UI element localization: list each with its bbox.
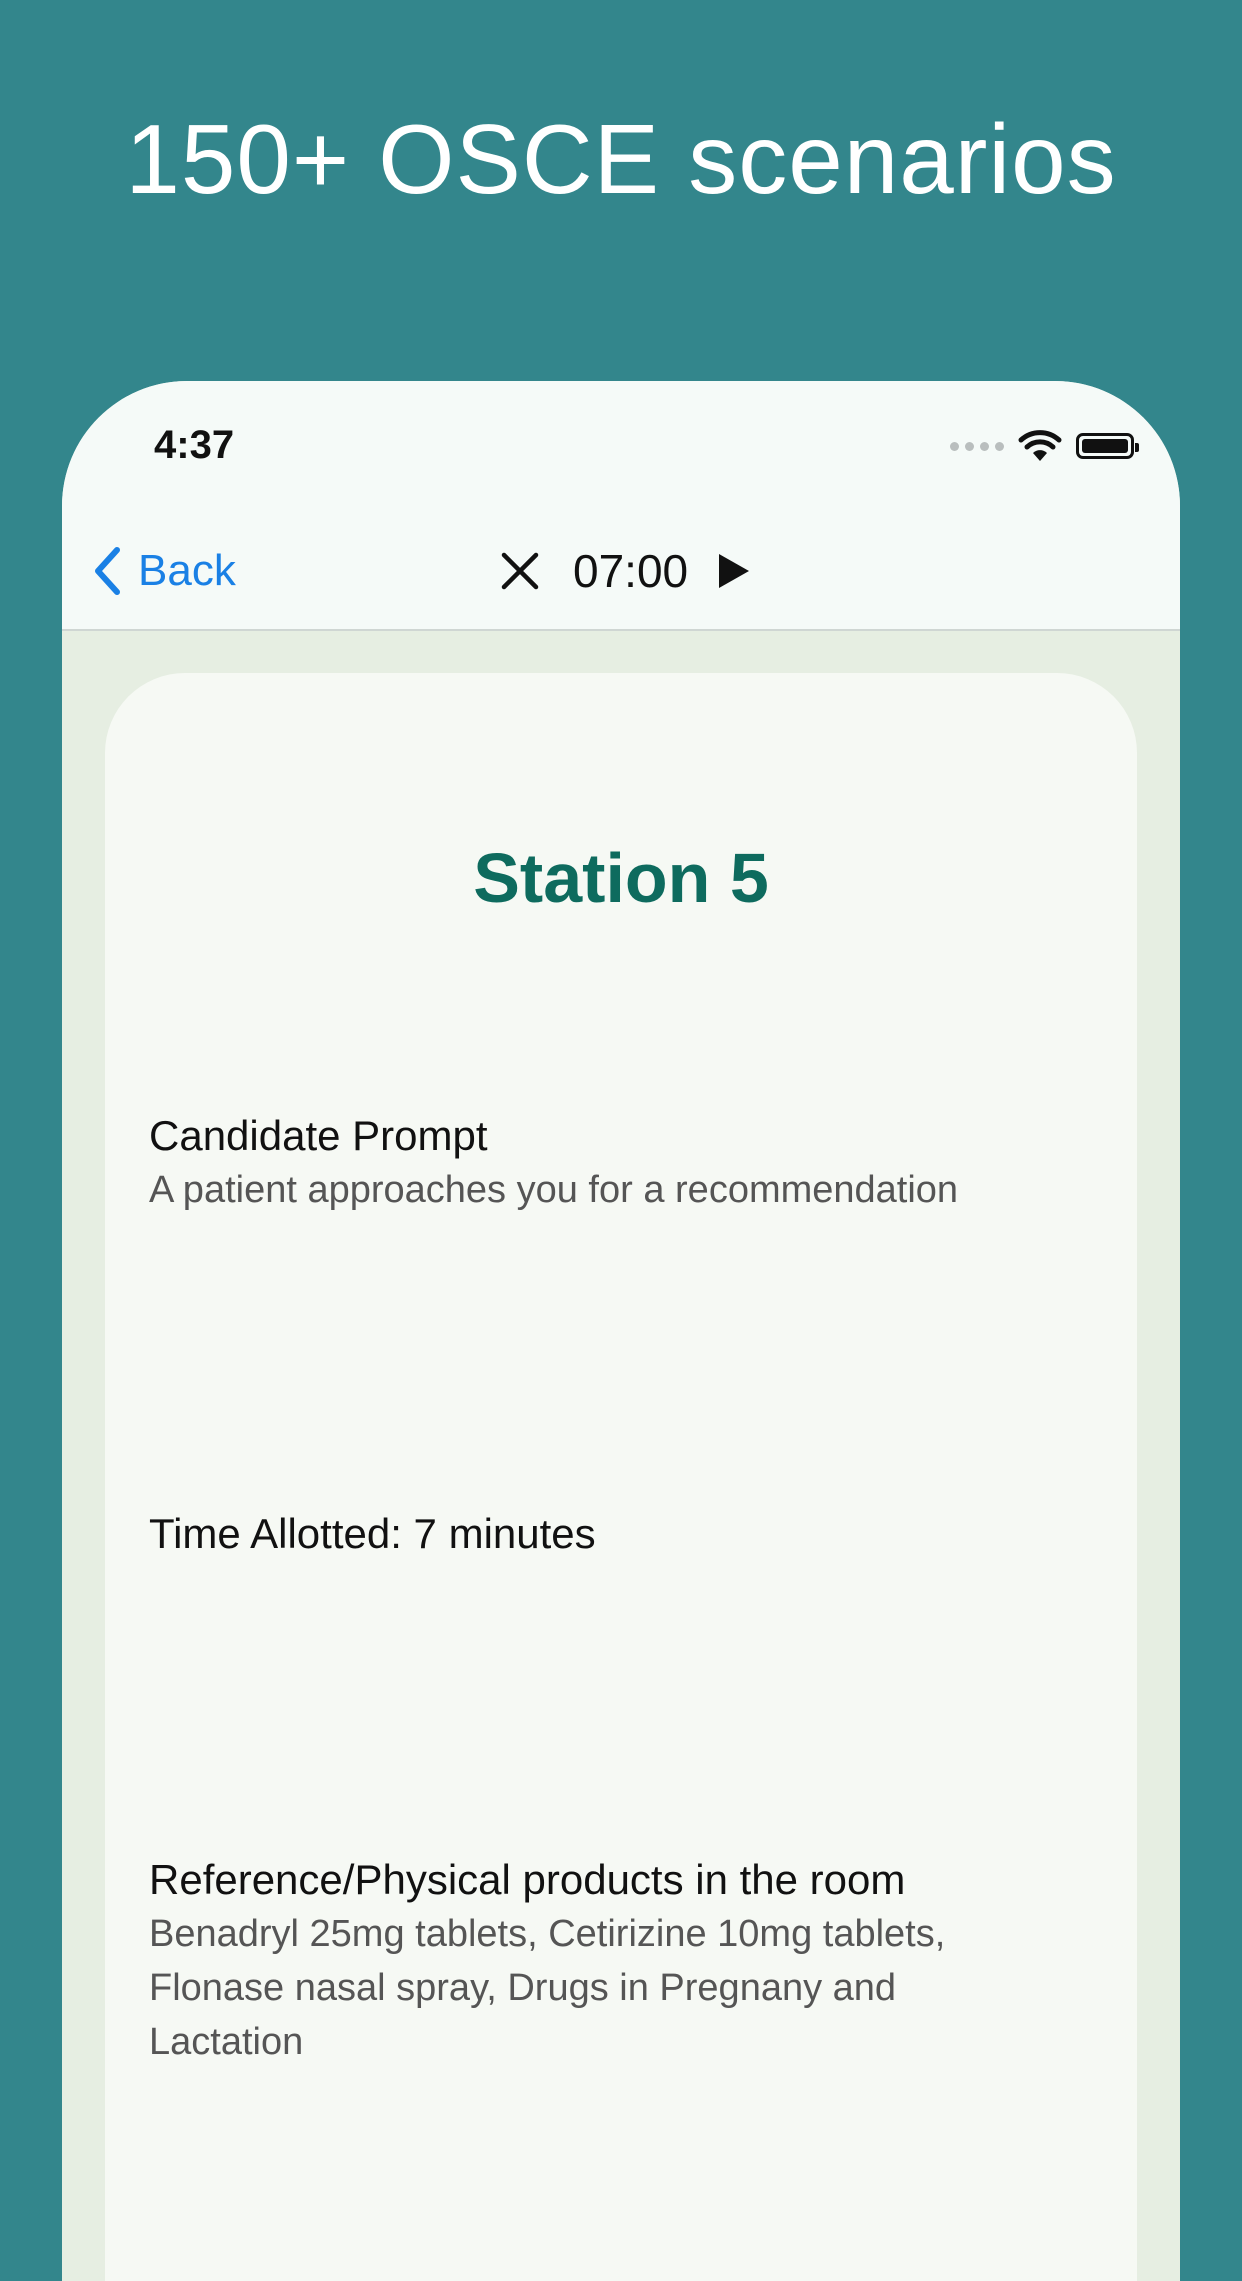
chevron-left-icon: [95, 547, 120, 595]
station-card: Station 5 Candidate Prompt A patient app…: [105, 673, 1137, 2281]
back-label: Back: [138, 546, 236, 595]
back-button[interactable]: Back: [92, 541, 236, 601]
timer-value: 07:00: [573, 545, 689, 597]
candidate-prompt-text: A patient approaches you for a recommend…: [149, 1169, 959, 1211]
station-title: Station 5: [473, 839, 769, 917]
top-bar: 4:37 Back 07:00: [62, 381, 1180, 631]
status-time: 4:37: [154, 423, 235, 467]
play-button[interactable]: [714, 551, 754, 591]
references-heading: Reference/Physical products in the room: [149, 1856, 906, 1903]
status-icons: [950, 429, 1139, 463]
references-section: Reference/Physical products in the room …: [149, 1853, 1049, 2069]
timer-controls: 07:00: [497, 541, 754, 601]
references-text: Benadryl 25mg tablets, Cetirizine 10mg t…: [149, 1913, 946, 2063]
candidate-prompt-section: Candidate Prompt A patient approaches yo…: [149, 1109, 1049, 1217]
promo-headline: 150+ OSCE scenarios: [125, 104, 1117, 214]
phone-frame: 4:37 Back 07:00 Station 5 Candidate Prom…: [62, 381, 1180, 2281]
close-button[interactable]: [497, 548, 543, 594]
time-allotted-section: Time Allotted: 7 minutes: [149, 1507, 1049, 1561]
candidate-prompt-heading: Candidate Prompt: [149, 1112, 488, 1159]
play-icon: [719, 554, 750, 588]
signal-dots-icon: [950, 441, 1004, 451]
time-allotted-text: Time Allotted: 7 minutes: [149, 1510, 596, 1557]
wifi-icon: [1018, 430, 1062, 461]
close-icon: [501, 552, 539, 590]
battery-icon: [1076, 433, 1139, 459]
